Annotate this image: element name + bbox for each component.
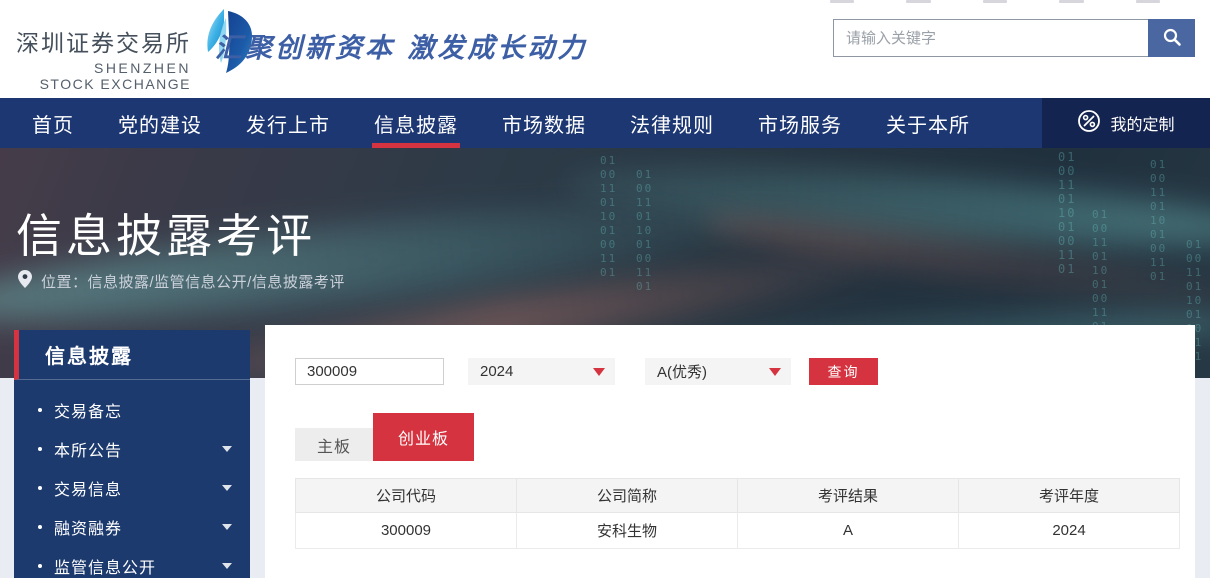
year-select[interactable]: 2024 (468, 358, 615, 385)
cell-company-code: 300009 (296, 513, 517, 549)
search-button[interactable] (1148, 19, 1195, 57)
sidebar-title: 信息披露 (45, 340, 133, 369)
table-row[interactable]: 300009 安科生物 A 2024 (296, 513, 1180, 549)
sidebar-item-margin-trading[interactable]: 融资融券 (14, 507, 250, 546)
chevron-down-icon (222, 446, 232, 452)
nav-item-party-building[interactable]: 党的建设 (96, 98, 224, 148)
chevron-down-icon (222, 524, 232, 530)
search-icon (1162, 27, 1182, 50)
col-header-company-name: 公司简称 (517, 479, 738, 513)
binary-texture: 01 00 11 01 10 01 00 11 01 (1058, 150, 1076, 276)
cell-evaluation-result: A (738, 513, 959, 549)
cell-evaluation-year: 2024 (959, 513, 1180, 549)
logo-name-en1: SHENZHEN (16, 60, 191, 76)
nav-item-market-data[interactable]: 市场数据 (480, 98, 608, 148)
chevron-down-icon (222, 485, 232, 491)
query-button[interactable]: 查询 (809, 358, 878, 385)
nav-item-listing[interactable]: 发行上市 (224, 98, 352, 148)
sidebar-item-trading-info[interactable]: 交易信息 (14, 468, 250, 507)
cell-company-name: 安科生物 (517, 513, 738, 549)
tab-main-board[interactable]: 主板 (295, 428, 373, 461)
sidebar-item-trading-memo[interactable]: 交易备忘 (14, 390, 250, 429)
col-header-evaluation-result: 考评结果 (738, 479, 959, 513)
breadcrumb: 位置：信息披露/监管信息公开/信息披露考评 (18, 270, 345, 292)
dropdown-arrow-icon (769, 368, 781, 376)
sidebar-header: 信息披露 (14, 330, 250, 380)
evaluation-results-table: 公司代码 公司简称 考评结果 考评年度 300009 安科生物 A 2024 (295, 478, 1180, 549)
site-search (833, 19, 1195, 57)
bullet-icon (38, 525, 42, 529)
site-header: 深圳证券交易所 SHENZHEN STOCK EXCHANGE (0, 0, 1210, 98)
tab-chinext[interactable]: 创业板 (373, 413, 474, 461)
bullet-icon (38, 486, 42, 490)
board-tabs: 主板 创业板 (295, 413, 474, 461)
filter-row: 2024 A(优秀) 查询 (295, 358, 878, 385)
nav-item-home[interactable]: 首页 (10, 98, 96, 148)
binary-texture: 01 00 11 01 10 01 00 11 01 (1150, 158, 1167, 284)
col-header-evaluation-year: 考评年度 (959, 479, 1180, 513)
bullet-icon (38, 447, 42, 451)
binary-texture: 01 00 11 01 10 01 00 11 01 (600, 154, 617, 280)
hero-light-streak (559, 152, 1210, 261)
dropdown-arrow-icon (593, 368, 605, 376)
nav-item-market-services[interactable]: 市场服务 (736, 98, 864, 148)
my-customization-button[interactable]: 我的定制 (1042, 98, 1210, 148)
nav-item-about[interactable]: 关于本所 (864, 98, 992, 148)
content-panel: 2024 A(优秀) 查询 主板 创业板 公司代码 公司简称 考评结果 考评年度 (265, 325, 1195, 578)
search-input[interactable] (833, 19, 1148, 57)
sidebar-list: 交易备忘 本所公告 交易信息 融资融券 监管信息公开 (14, 380, 250, 578)
binary-texture: 01 00 11 01 10 01 00 11 01 (636, 168, 653, 294)
grade-select[interactable]: A(优秀) (645, 358, 791, 385)
hero-light-streak (700, 199, 1210, 321)
sidebar-disclosure-menu: 信息披露 交易备忘 本所公告 交易信息 融资融券 (14, 330, 250, 578)
brand-slogan: 汇聚创新资本 激发成长动力 (215, 26, 587, 65)
nav-item-disclosure[interactable]: 信息披露 (352, 98, 480, 148)
main-nav: 首页 党的建设 发行上市 信息披露 市场数据 法律规则 市场服务 关于本所 我的… (0, 98, 1210, 148)
szse-page: 深圳证券交易所 SHENZHEN STOCK EXCHANGE (0, 0, 1210, 578)
bullet-icon (38, 564, 42, 568)
binary-texture: 01 00 11 01 10 01 00 11 01 (1092, 208, 1109, 334)
nav-item-rules[interactable]: 法律规则 (608, 98, 736, 148)
utility-links-cutoff (830, 0, 1160, 4)
sidebar-item-exchange-announcements[interactable]: 本所公告 (14, 429, 250, 468)
company-code-input[interactable] (295, 358, 444, 385)
location-pin-icon (18, 270, 32, 292)
bullet-icon (38, 408, 42, 412)
logo-name-cn: 深圳证券交易所 (16, 24, 191, 58)
page-title: 信息披露考评 (16, 200, 316, 266)
logo-name-en2: STOCK EXCHANGE (16, 76, 191, 92)
table-header-row: 公司代码 公司简称 考评结果 考评年度 (296, 479, 1180, 513)
col-header-company-code: 公司代码 (296, 479, 517, 513)
breadcrumb-text: 位置：信息披露/监管信息公开/信息披露考评 (41, 271, 345, 292)
chevron-down-icon (222, 563, 232, 569)
sidebar-item-regulatory-disclosure[interactable]: 监管信息公开 (14, 546, 250, 578)
customize-icon (1077, 109, 1101, 138)
